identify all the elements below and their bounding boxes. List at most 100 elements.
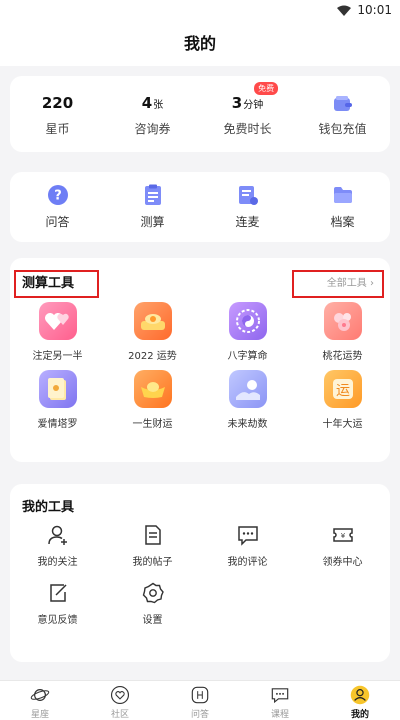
calculate-icon: [144, 184, 161, 205]
my-tool-coupon-center[interactable]: ¥ 领券中心: [295, 524, 390, 568]
quick-connect-mic-label: 连麦: [235, 215, 260, 229]
calc-tools-grid: 注定另一半 2022 运势 八字算命 桃花运势 爱情塔罗 一生财运 未来劫数 运…: [10, 302, 390, 430]
connect-mic-icon: [238, 186, 258, 205]
comment-icon: [237, 526, 258, 546]
quick-qa-label: 问答: [45, 215, 70, 229]
stat-star-coins[interactable]: 220 星币: [10, 76, 105, 152]
stat-free-time[interactable]: 免费 3 分钟 免费时长: [200, 76, 295, 152]
quick-calculate-label: 测算: [140, 215, 165, 229]
qa-icon: [191, 686, 209, 704]
profile-icon: [350, 685, 370, 705]
free-time-value: 3: [231, 94, 243, 112]
nav-item-qa[interactable]: 问答: [160, 681, 240, 720]
tool-destined-partner[interactable]: 注定另一半: [10, 302, 105, 362]
bottom-nav: 星座 社区 问答 课程 我的: [0, 680, 400, 720]
my-tool-feedback[interactable]: 意见反馈: [10, 582, 105, 626]
stat-coupons[interactable]: 4张 咨询券: [105, 76, 200, 152]
peach-blossom-icon: [323, 302, 362, 340]
tool-decade-luck-label: 十年大运: [322, 419, 363, 430]
my-tool-feedback-label: 意见反馈: [37, 615, 78, 626]
nav-item-course[interactable]: 课程: [240, 681, 320, 720]
tool-destined-partner-label: 注定另一半: [32, 351, 83, 362]
follow-icon: [47, 525, 67, 545]
my-tool-settings[interactable]: 设置: [105, 582, 200, 626]
nav-profile-label: 我的: [350, 710, 369, 720]
free-time-unit: 分钟: [243, 100, 264, 111]
svg-text:运: 运: [336, 383, 350, 399]
tool-lifetime-wealth-label: 一生财运: [132, 419, 173, 430]
planet-icon: [30, 689, 50, 701]
my-tools-grid: 我的关注 我的帖子 我的评论 ¥ 领券中心 意见反馈 设置: [10, 524, 390, 626]
tool-love-tarot[interactable]: 爱情塔罗: [10, 370, 105, 430]
my-tools-card: 我的工具 我的关注 我的帖子 我的评论 ¥ 领券中心 意见反馈 设置: [10, 484, 390, 662]
page-title: 我的: [183, 34, 216, 53]
nav-qa-label: 问答: [190, 710, 209, 720]
tool-future-calamity-label: 未来劫数: [227, 419, 268, 430]
tool-peach-blossom-label: 桃花运势: [322, 351, 363, 362]
wallet-icon: [333, 96, 352, 111]
question-icon: ?: [47, 185, 68, 205]
all-tools-link[interactable]: 全部工具 ›: [292, 270, 384, 298]
nav-community-label: 社区: [110, 710, 129, 720]
feedback-icon: [49, 584, 67, 602]
tool-fortune-2022-label: 2022 运势: [128, 351, 177, 362]
svg-text:¥: ¥: [340, 532, 345, 540]
luck-icon: 运: [323, 370, 362, 408]
tarot-icon: [38, 370, 77, 408]
tool-fortune-2022[interactable]: 2022 运势: [105, 302, 200, 362]
tool-bazi[interactable]: 八字算命: [200, 302, 295, 362]
my-tool-settings-label: 设置: [142, 615, 163, 626]
nav-item-community[interactable]: 社区: [80, 681, 160, 720]
tool-love-tarot-label: 爱情塔罗: [37, 419, 78, 430]
my-tool-posts[interactable]: 我的帖子: [105, 524, 200, 568]
tool-future-calamity[interactable]: 未来劫数: [200, 370, 295, 430]
tool-peach-blossom[interactable]: 桃花运势: [295, 302, 390, 362]
quick-qa[interactable]: ? 问答: [10, 172, 105, 242]
svg-text:?: ?: [54, 189, 62, 204]
nav-course-label: 课程: [270, 710, 289, 720]
my-tool-follow[interactable]: 我的关注: [10, 524, 105, 568]
fortune-2022-icon: [133, 302, 172, 340]
quick-actions-card: ? 问答 测算 连麦 档案: [10, 172, 390, 242]
my-tool-comments[interactable]: 我的评论: [200, 524, 295, 568]
star-coins-label: 星币: [45, 122, 70, 136]
nav-constellation-label: 星座: [30, 710, 49, 720]
free-time-label: 免费时长: [223, 122, 272, 136]
coupons-unit: 张: [153, 100, 164, 111]
wallet-label: 钱包充值: [318, 122, 367, 136]
tool-lifetime-wealth[interactable]: 一生财运: [105, 370, 200, 430]
coupons-label: 咨询券: [134, 122, 171, 136]
stat-wallet-recharge[interactable]: 钱包充值: [295, 76, 390, 152]
status-bar: 10:01: [0, 0, 400, 22]
wifi-icon: [337, 5, 352, 16]
calc-tools-card: 测算工具 全部工具 › 注定另一半 2022 运势 八字算命 桃花运势 爱情塔罗…: [10, 258, 390, 462]
my-tool-coupon-center-label: 领券中心: [322, 557, 363, 568]
hearts-icon: [38, 302, 77, 340]
folder-icon: [333, 187, 352, 203]
calc-tools-title: 测算工具: [14, 270, 99, 298]
quick-calculate[interactable]: 测算: [105, 172, 200, 242]
quick-archive[interactable]: 档案: [295, 172, 390, 242]
my-tool-comments-label: 我的评论: [227, 557, 268, 568]
gold-ingot-icon: [133, 370, 172, 408]
course-icon: [271, 688, 289, 704]
tool-bazi-label: 八字算命: [227, 351, 268, 362]
my-tool-follow-label: 我的关注: [37, 557, 78, 568]
free-badge: 免费: [254, 82, 279, 95]
calc-tools-header: 测算工具 全部工具 ›: [10, 264, 390, 300]
posts-icon: [144, 525, 161, 545]
stats-card: 220 星币 4张 咨询券 免费 3 分钟 免费时长 钱包充值: [10, 76, 390, 152]
settings-icon: [142, 582, 164, 604]
coupon-icon: ¥: [332, 528, 353, 542]
nav-item-constellation[interactable]: 星座: [0, 681, 80, 720]
my-tool-posts-label: 我的帖子: [132, 557, 173, 568]
star-coins-value: 220: [41, 94, 74, 112]
quick-connect-mic[interactable]: 连麦: [200, 172, 295, 242]
page-header: 我的: [0, 22, 400, 66]
my-tools-title: 我的工具: [22, 500, 75, 515]
bazi-icon: [228, 302, 267, 340]
tool-decade-luck[interactable]: 运 十年大运: [295, 370, 390, 430]
status-time: 10:01: [357, 3, 392, 17]
quick-archive-label: 档案: [330, 215, 355, 229]
nav-item-profile[interactable]: 我的: [320, 681, 400, 720]
